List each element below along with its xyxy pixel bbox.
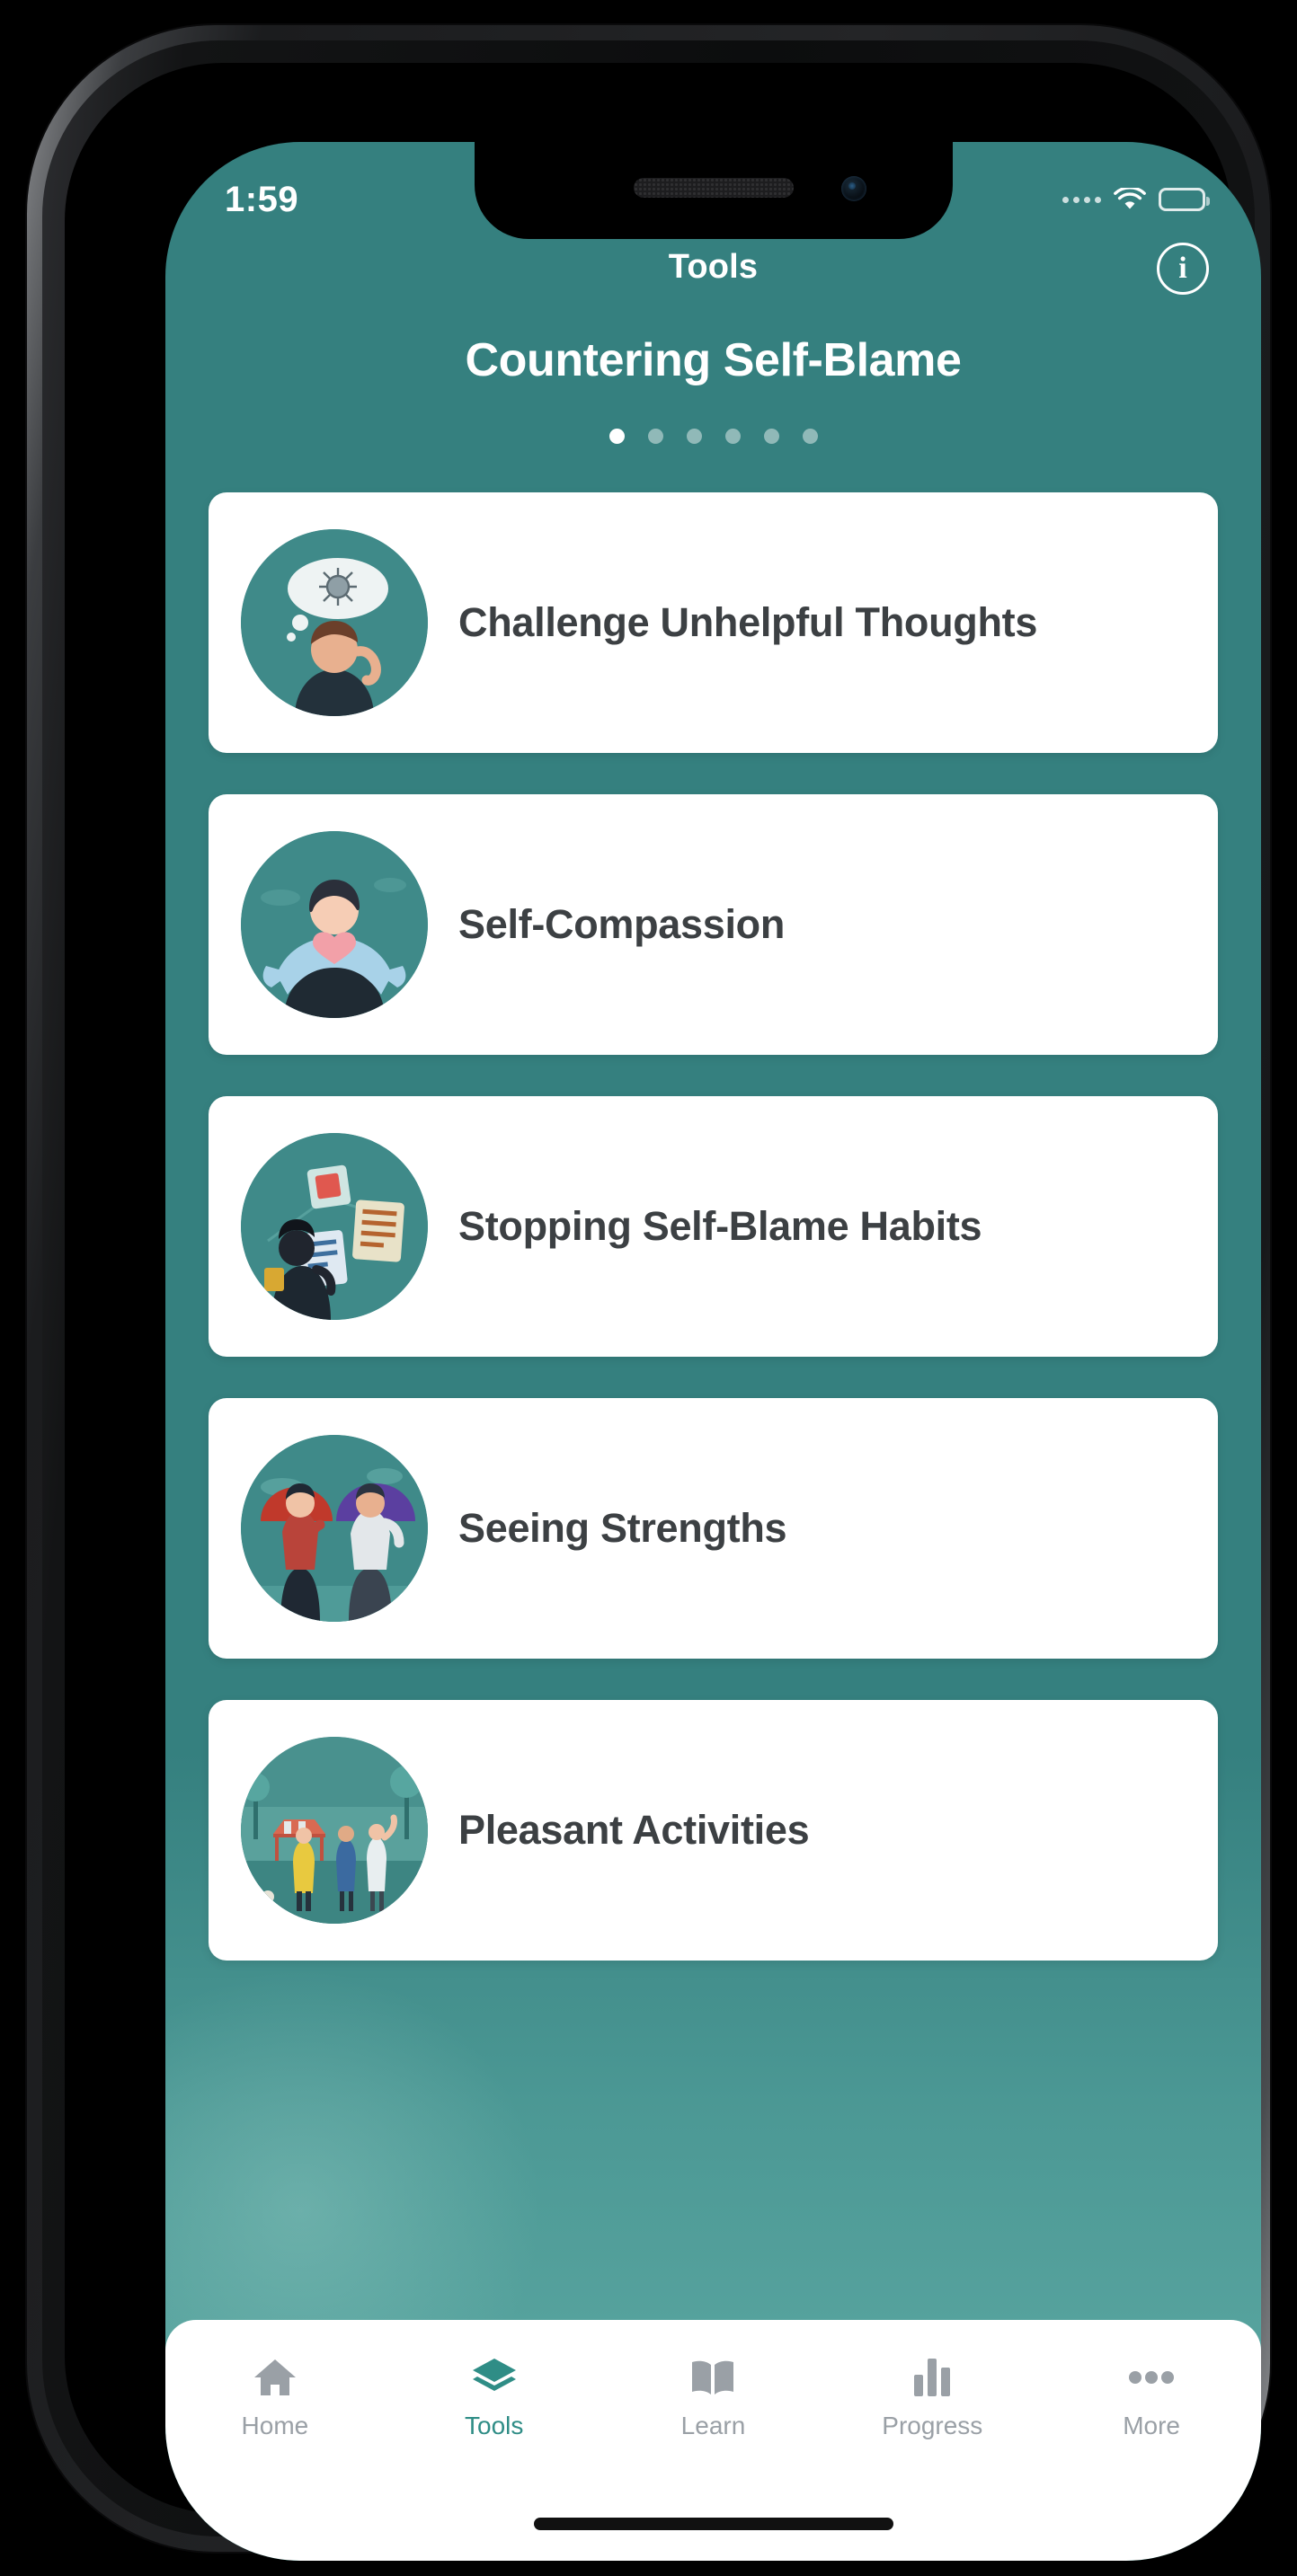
home-indicator[interactable] xyxy=(533,2518,893,2530)
pagination-dots[interactable] xyxy=(165,429,1261,444)
tool-card-list: Challenge Unhelpful Thoughts Self-Compas… xyxy=(165,492,1261,1961)
tab-more[interactable]: More xyxy=(1042,2352,1261,2440)
pagination-dot[interactable] xyxy=(724,429,741,444)
status-bar-time: 1:59 xyxy=(225,179,299,219)
signal-dots-icon xyxy=(1062,196,1101,203)
tab-label: Home xyxy=(241,2412,309,2439)
tool-card-label: Seeing Strengths xyxy=(458,1504,787,1551)
book-icon xyxy=(604,2352,823,2403)
pagination-dot[interactable] xyxy=(802,429,818,444)
front-camera-icon xyxy=(840,176,866,201)
tool-card[interactable]: Stopping Self-Blame Habits xyxy=(209,1096,1218,1357)
info-circle-icon[interactable]: i xyxy=(1157,243,1209,295)
tool-card[interactable]: Seeing Strengths xyxy=(209,1398,1218,1659)
pagination-dot[interactable] xyxy=(763,429,779,444)
tool-card[interactable]: Self-Compassion xyxy=(209,794,1218,1055)
wifi-icon xyxy=(1114,186,1146,211)
park-people-icon xyxy=(241,1737,428,1924)
battery-icon xyxy=(1159,188,1210,211)
screenshot-stage: 1:59 Tools i Countering Self-Blame Chall… xyxy=(0,0,1297,2576)
tool-card[interactable]: Pleasant Activities xyxy=(209,1700,1218,1961)
tab-learn[interactable]: Learn xyxy=(604,2352,823,2440)
home-icon xyxy=(165,2352,385,2403)
person-heart-hands-icon xyxy=(241,831,428,1018)
tab-tools[interactable]: Tools xyxy=(385,2352,604,2440)
tools-icon xyxy=(385,2352,604,2403)
bar-chart-icon xyxy=(822,2352,1042,2403)
two-people-umbrella-icon xyxy=(241,1435,428,1622)
app-screen: 1:59 Tools i Countering Self-Blame Chall… xyxy=(165,142,1261,2561)
tool-card-label: Self-Compassion xyxy=(458,900,786,947)
pagination-dot[interactable] xyxy=(609,429,625,444)
earpiece-speaker-icon xyxy=(633,178,794,198)
tab-home[interactable]: Home xyxy=(165,2352,385,2440)
device-inner-bezel: 1:59 Tools i Countering Self-Blame Chall… xyxy=(42,40,1261,2561)
tab-progress[interactable]: Progress xyxy=(822,2352,1042,2440)
tool-card-label: Pleasant Activities xyxy=(458,1806,810,1853)
device-frame: 1:59 Tools i Countering Self-Blame Chall… xyxy=(27,25,1270,2561)
person-notes-board-icon xyxy=(241,1133,428,1320)
device-notch xyxy=(474,142,953,239)
bottom-tab-bar: Home Tools Learn Progress More xyxy=(165,2320,1261,2561)
thought-bubble-person-icon xyxy=(241,529,428,716)
page-nav-title: Tools xyxy=(668,248,759,286)
screen-bezel: 1:59 Tools i Countering Self-Blame Chall… xyxy=(65,63,1261,2561)
tab-label: More xyxy=(1123,2412,1180,2439)
tab-label: Tools xyxy=(465,2412,524,2439)
tool-card-label: Stopping Self-Blame Habits xyxy=(458,1202,982,1249)
pagination-dot[interactable] xyxy=(647,429,663,444)
tab-label: Progress xyxy=(882,2412,983,2439)
ellipsis-icon xyxy=(1042,2352,1261,2403)
tool-card[interactable]: Challenge Unhelpful Thoughts xyxy=(209,492,1218,753)
status-bar-indicators xyxy=(1062,170,1210,211)
tab-label: Learn xyxy=(680,2412,746,2439)
page-title: Countering Self-Blame xyxy=(465,334,962,386)
tool-card-label: Challenge Unhelpful Thoughts xyxy=(458,598,1038,645)
pagination-dot[interactable] xyxy=(686,429,702,444)
